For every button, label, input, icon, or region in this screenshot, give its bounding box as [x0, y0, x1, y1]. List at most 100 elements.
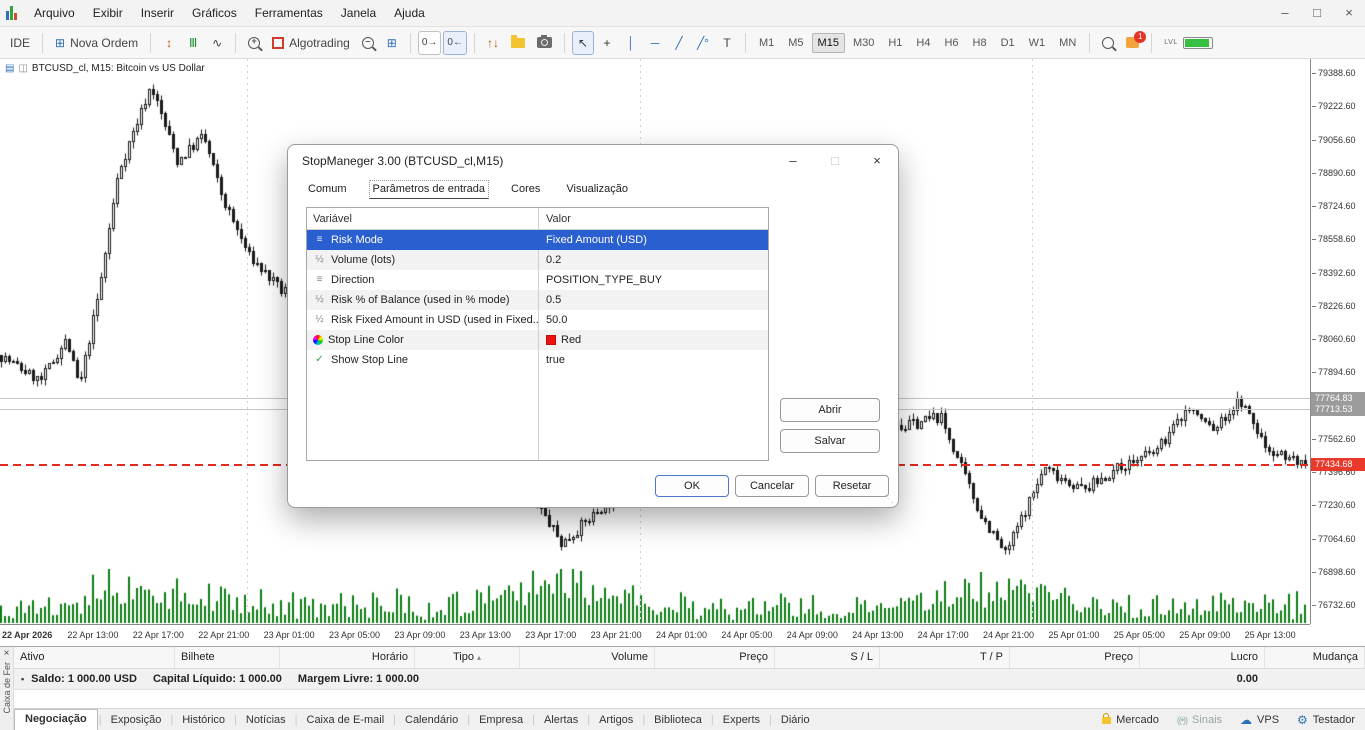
parameter-value[interactable]: 50.0 [546, 310, 567, 330]
column-lucro[interactable]: Lucro [1140, 647, 1265, 668]
vertical-line-button[interactable]: │ [620, 31, 642, 55]
dialog-tab-1[interactable]: Comum [304, 180, 351, 199]
parameter-row[interactable]: ✓Show Stop Linetrue [307, 350, 768, 370]
parameter-value[interactable]: 0.2 [546, 250, 561, 270]
menu-janela[interactable]: Janela [332, 2, 385, 24]
screenshot-button[interactable] [532, 31, 557, 55]
time-scale[interactable]: 22 Apr 202622 Apr 13:0022 Apr 17:0022 Ap… [0, 624, 1310, 646]
vps-status[interactable]: ☁VPS [1240, 713, 1279, 727]
parameter-value[interactable]: Red [561, 330, 581, 350]
ok-button[interactable]: OK [655, 475, 729, 497]
menu-exibir[interactable]: Exibir [84, 2, 132, 24]
save-button[interactable]: Salvar [780, 429, 880, 453]
new-order-button[interactable]: ⊞Nova Ordem [50, 31, 143, 55]
timeframe-h1[interactable]: H1 [882, 33, 908, 53]
timeframe-m15[interactable]: M15 [812, 33, 845, 53]
parameter-row[interactable]: ½Risk % of Balance (used in % mode)0.5 [307, 290, 768, 310]
ide-button[interactable]: IDE [5, 31, 35, 55]
toolbox-tab-calendario[interactable]: Calendário [397, 711, 466, 729]
column-ativo[interactable]: Ativo [14, 647, 175, 668]
column-tipo[interactable]: Tipo▴ [415, 647, 520, 668]
timeframe-m5[interactable]: M5 [782, 33, 809, 53]
toolbox-tab-biblioteca[interactable]: Biblioteca [646, 711, 710, 729]
tester-status[interactable]: ⚙Testador [1297, 713, 1355, 727]
toolbox-tab-alertas[interactable]: Alertas [536, 711, 586, 729]
bar-chart-button[interactable]: Ⅲ [182, 31, 204, 55]
window-close-button[interactable]: × [1333, 0, 1365, 26]
column-variable[interactable]: Variável [307, 208, 539, 229]
parameter-row[interactable]: ½Volume (lots)0.2 [307, 250, 768, 270]
column-horrio[interactable]: Horário [280, 647, 415, 668]
cursor-button[interactable]: ↖ [572, 31, 594, 55]
toolbox-tab-empresa[interactable]: Empresa [471, 711, 531, 729]
tile-windows-button[interactable]: ⊞ [381, 31, 403, 55]
dialog-tab-3[interactable]: Cores [507, 180, 544, 199]
column-sl[interactable]: S / L [775, 647, 880, 668]
parameter-row[interactable]: Stop Line ColorRed [307, 330, 768, 350]
parameter-row[interactable]: ½Risk Fixed Amount in USD (used in Fixed… [307, 310, 768, 330]
parameter-value[interactable]: POSITION_TYPE_BUY [546, 270, 662, 290]
column-tp[interactable]: T / P [880, 647, 1010, 668]
toolbox-tab-diario[interactable]: Diário [773, 711, 818, 729]
shift-chart-end-button[interactable]: 0→ [418, 31, 442, 55]
menu-arquivo[interactable]: Arquivo [25, 2, 84, 24]
search-button[interactable] [1097, 31, 1119, 55]
parameter-row[interactable]: ≡DirectionPOSITION_TYPE_BUY [307, 270, 768, 290]
channel-button[interactable]: ╱° [692, 31, 714, 55]
column-bilhete[interactable]: Bilhete [175, 647, 280, 668]
parameter-value[interactable]: 0.5 [546, 290, 561, 310]
timeframe-h6[interactable]: H6 [938, 33, 964, 53]
reset-button[interactable]: Resetar [815, 475, 889, 497]
data-folder-button[interactable] [506, 31, 530, 55]
updown-arrows-button[interactable]: ↑↓ [482, 31, 504, 55]
toolbox-tab-caixadeemail[interactable]: Caixa de E-mail [299, 711, 393, 729]
dialog-tab-4[interactable]: Visualização [562, 180, 632, 199]
toolbox-side-tab[interactable]: × Caixa de Fer [0, 647, 14, 730]
zoom-in-button[interactable]: + [243, 31, 265, 55]
column-preo[interactable]: Preço [655, 647, 775, 668]
open-button[interactable]: Abrir [780, 398, 880, 422]
toolbox-tab-negociacao[interactable]: Negociação [14, 709, 98, 730]
signals-status[interactable]: ((•))Sinais [1177, 714, 1222, 726]
parameter-row[interactable]: ≡Risk ModeFixed Amount (USD) [307, 230, 768, 250]
dialog-minimize-button[interactable]: – [772, 145, 814, 177]
toolbox-tab-experts[interactable]: Experts [715, 711, 768, 729]
toolbox-tab-artigos[interactable]: Artigos [591, 711, 641, 729]
window-restore-button[interactable]: □ [1301, 0, 1333, 26]
crosshair-button[interactable]: + [596, 31, 618, 55]
timeframe-h8[interactable]: H8 [967, 33, 993, 53]
market-status[interactable]: Mercado [1102, 714, 1159, 726]
menu-graficos[interactable]: Gráficos [183, 2, 246, 24]
timeframe-m1[interactable]: M1 [753, 33, 780, 53]
parameter-value[interactable]: true [546, 350, 565, 370]
timeframe-w1[interactable]: W1 [1023, 33, 1052, 53]
toolbox-tab-exposicao[interactable]: Exposição [103, 711, 170, 729]
dialog-tab-2[interactable]: Parâmetros de entrada [369, 180, 490, 199]
column-preo[interactable]: Preço [1010, 647, 1140, 668]
timeframe-h4[interactable]: H4 [910, 33, 936, 53]
horizontal-line-button[interactable]: ─ [644, 31, 666, 55]
price-scale[interactable]: 77764.83 77713.53 77434.68 79388.6079222… [1310, 59, 1365, 624]
column-mudana[interactable]: Mudança [1265, 647, 1365, 668]
auto-scroll-button[interactable]: 0← [443, 31, 467, 55]
algotrading-button[interactable]: Algotrading [267, 31, 355, 55]
connection-level[interactable]: LVL [1159, 31, 1217, 55]
toolbox-tab-noticias[interactable]: Notícias [238, 711, 294, 729]
quotes-panel-icon[interactable]: ▤ [5, 63, 14, 74]
dialog-close-button[interactable]: × [856, 145, 898, 177]
resize-grip[interactable]: ⋱ [884, 494, 894, 505]
tick-chart-button[interactable]: ↕ [158, 31, 180, 55]
timeframe-mn[interactable]: MN [1053, 33, 1082, 53]
community-button[interactable]: 1 [1121, 31, 1144, 55]
toolbox-tab-historico[interactable]: Histórico [174, 711, 233, 729]
column-value[interactable]: Valor [539, 208, 768, 229]
dialog-titlebar[interactable]: StopManeger 3.00 (BTCUSD_cl,M15) – □ × [288, 145, 898, 177]
zoom-out-button[interactable]: – [357, 31, 379, 55]
timeframe-d1[interactable]: D1 [995, 33, 1021, 53]
column-volume[interactable]: Volume [520, 647, 655, 668]
menu-inserir[interactable]: Inserir [132, 2, 183, 24]
menu-ferramentas[interactable]: Ferramentas [246, 2, 332, 24]
line-chart-button[interactable]: ∿ [206, 31, 228, 55]
cancel-button[interactable]: Cancelar [735, 475, 809, 497]
menu-ajuda[interactable]: Ajuda [385, 2, 434, 24]
